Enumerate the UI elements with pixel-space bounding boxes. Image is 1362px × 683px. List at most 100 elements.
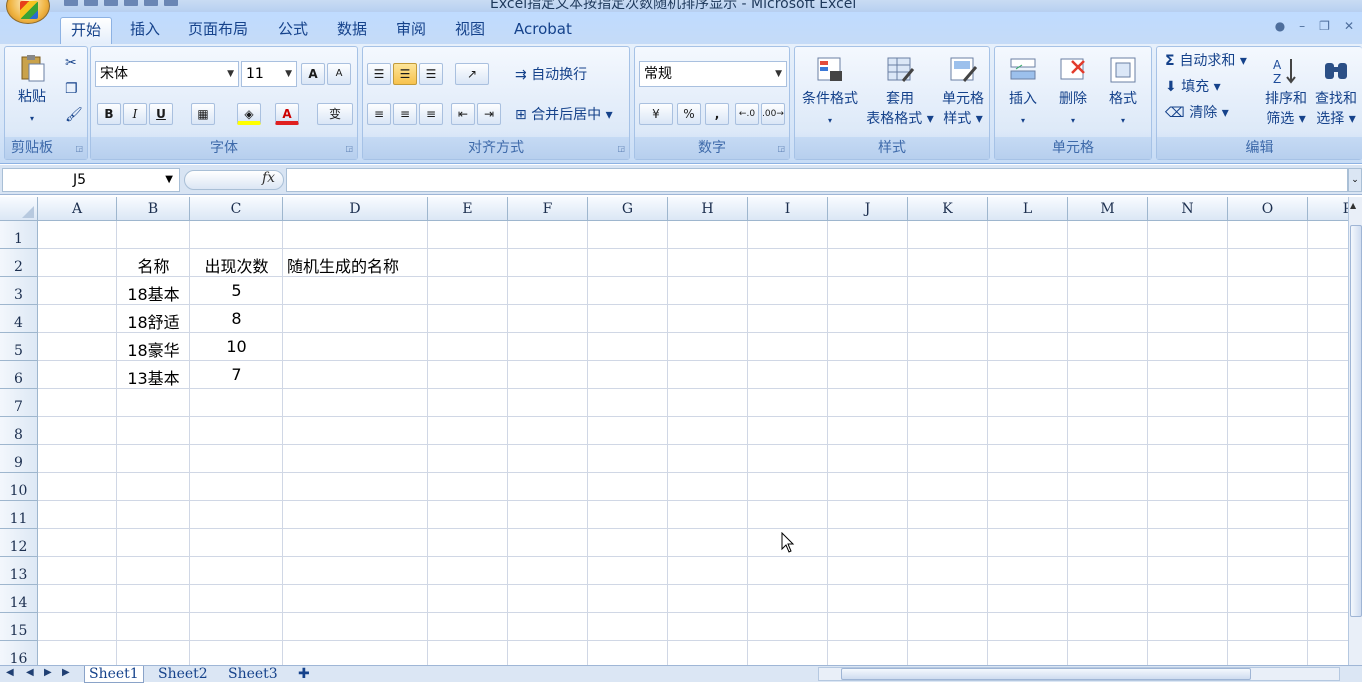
column-header[interactable]: K [908, 197, 988, 221]
column-header[interactable]: I [748, 197, 828, 221]
restore-icon[interactable]: ❐ [1319, 19, 1330, 33]
comma-button[interactable]: , [705, 103, 729, 125]
last-sheet-icon[interactable]: ▶ [62, 667, 70, 678]
column-header[interactable]: B [117, 197, 190, 221]
column-header[interactable]: M [1068, 197, 1148, 221]
cell-b6[interactable]: 13基本 [117, 365, 190, 389]
align-left-button[interactable]: ≡ [367, 103, 391, 125]
font-name-select[interactable]: 宋体 ▼ [95, 61, 239, 87]
row-header[interactable]: 6 [0, 361, 38, 389]
italic-button[interactable]: I [123, 103, 147, 125]
grow-font-button[interactable]: A [301, 63, 325, 85]
row-header[interactable]: 2 [0, 249, 38, 277]
row-header[interactable]: 16 [0, 641, 38, 665]
phonetic-button[interactable]: 变 [317, 103, 353, 125]
dialog-launcher-icon[interactable]: ◲ [345, 144, 353, 153]
cell-c6[interactable]: 7 [190, 365, 283, 384]
column-header[interactable]: F [508, 197, 588, 221]
format-cells-button[interactable]: 格式 ▾ [1099, 55, 1147, 131]
sheet-tab-sheet2[interactable]: Sheet2 [158, 666, 208, 683]
percent-button[interactable]: % [677, 103, 701, 125]
print-icon[interactable] [124, 0, 138, 6]
column-header[interactable]: A [38, 197, 117, 221]
row-header[interactable]: 15 [0, 613, 38, 641]
column-header[interactable]: D [283, 197, 428, 221]
tab-review[interactable]: 审阅 [386, 17, 436, 44]
column-header[interactable]: H [668, 197, 748, 221]
tab-acrobat[interactable]: Acrobat [504, 17, 582, 44]
row-header[interactable]: 7 [0, 389, 38, 417]
wrap-text-button[interactable]: ⇉ 自动换行 [515, 65, 587, 85]
horizontal-scrollbar[interactable] [818, 667, 1340, 681]
align-bottom-button[interactable]: ☰ [419, 63, 443, 85]
tab-data[interactable]: 数据 [327, 17, 377, 44]
sheet-tab-sheet3[interactable]: Sheet3 [228, 666, 278, 683]
align-center-button[interactable]: ≡ [393, 103, 417, 125]
cell-b4[interactable]: 18舒适 [117, 309, 190, 333]
underline-button[interactable]: U [149, 103, 173, 125]
cell-c2[interactable]: 出现次数 [190, 253, 283, 277]
row-header[interactable]: 11 [0, 501, 38, 529]
tab-page-layout[interactable]: 页面布局 [178, 17, 258, 44]
undo-icon[interactable] [84, 0, 98, 6]
name-box[interactable]: J5 ▼ [2, 168, 180, 192]
dialog-launcher-icon[interactable]: ◲ [777, 144, 785, 153]
merge-center-button[interactable]: ⊞ 合并后居中 ▾ [515, 105, 613, 125]
column-header[interactable]: J [828, 197, 908, 221]
paste-button[interactable]: 粘贴 ▾ [11, 53, 53, 129]
column-header[interactable]: G [588, 197, 668, 221]
cut-icon[interactable]: ✂ [65, 53, 77, 73]
find-select-button[interactable]: 查找和 选择 ▾ [1311, 55, 1361, 129]
cell-d2[interactable]: 随机生成的名称 [287, 253, 399, 277]
column-header[interactable]: C [190, 197, 283, 221]
first-sheet-icon[interactable]: ◀ [6, 667, 14, 678]
cell-b3[interactable]: 18基本 [117, 281, 190, 305]
next-sheet-icon[interactable]: ▶ [44, 667, 52, 678]
worksheet-grid[interactable]: ABCDEFGHIJKLMNOP 1 2 3 4 5 6 7 8 9 10 11 12 13 14 15 16… [0, 197, 1348, 665]
spell-icon[interactable] [164, 0, 178, 6]
insert-function-button[interactable]: fx [262, 170, 275, 186]
fill-button[interactable]: ⬇ 填充 ▾ [1165, 77, 1221, 97]
align-top-button[interactable]: ☰ [367, 63, 391, 85]
column-header[interactable]: N [1148, 197, 1228, 221]
column-header[interactable]: O [1228, 197, 1308, 221]
tab-view[interactable]: 视图 [445, 17, 495, 44]
minimize-icon[interactable]: – [1299, 19, 1305, 33]
scroll-up-icon[interactable]: ▲ [1350, 201, 1356, 210]
expand-formula-bar-button[interactable]: ⌄ [1348, 168, 1362, 192]
close-icon[interactable]: ✕ [1344, 19, 1354, 33]
cell-c5[interactable]: 10 [190, 337, 283, 356]
bold-button[interactable]: B [97, 103, 121, 125]
vertical-scrollbar[interactable]: ▲ [1348, 197, 1362, 665]
chevron-down-icon[interactable]: ▼ [165, 169, 173, 191]
column-header[interactable]: L [988, 197, 1068, 221]
borders-button[interactable]: ▦ [191, 103, 215, 125]
tab-formulas[interactable]: 公式 [268, 17, 318, 44]
horizontal-scroll-thumb[interactable] [841, 668, 1251, 680]
fill-color-button[interactable]: ◈ [237, 103, 261, 125]
vertical-scroll-thumb[interactable] [1350, 225, 1362, 617]
align-right-button[interactable]: ≡ [419, 103, 443, 125]
cell-c3[interactable]: 5 [190, 281, 283, 300]
decrease-indent-button[interactable]: ⇤ [451, 103, 475, 125]
cell-styles-button[interactable]: 单元格 样式 ▾ [937, 55, 989, 129]
shrink-font-button[interactable]: A [327, 63, 351, 85]
sheet-tab-sheet1[interactable]: Sheet1 [84, 666, 144, 683]
align-middle-button[interactable]: ☰ [393, 63, 417, 85]
tab-home[interactable]: 开始 [60, 17, 113, 44]
help-icon[interactable]: ● [1275, 19, 1285, 33]
save-icon[interactable] [64, 0, 78, 6]
row-header[interactable]: 3 [0, 277, 38, 305]
row-header[interactable]: 4 [0, 305, 38, 333]
row-header[interactable]: 14 [0, 585, 38, 613]
clear-button[interactable]: ⌫ 清除 ▾ [1165, 103, 1229, 123]
number-format-select[interactable]: 常规 ▼ [639, 61, 787, 87]
copy-icon[interactable]: ❐ [65, 79, 78, 99]
increase-indent-button[interactable]: ⇥ [477, 103, 501, 125]
select-all-button[interactable] [0, 197, 38, 221]
preview-icon[interactable] [144, 0, 158, 6]
format-as-table-button[interactable]: 套用 表格格式 ▾ [863, 55, 937, 129]
dialog-launcher-icon[interactable]: ◲ [75, 144, 83, 153]
sort-filter-button[interactable]: AZ 排序和 筛选 ▾ [1261, 55, 1311, 129]
row-header[interactable]: 10 [0, 473, 38, 501]
